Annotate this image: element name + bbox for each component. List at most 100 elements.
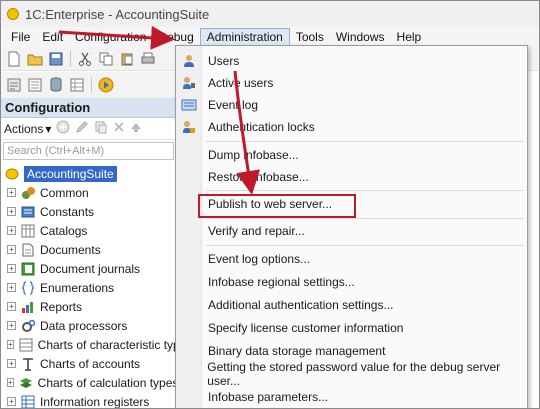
menu-separator	[206, 245, 524, 246]
menu-item-infobase-regional-settings[interactable]: Infobase regional settings...	[176, 271, 527, 293]
open-folder-icon[interactable]	[26, 50, 44, 68]
reports-icon	[21, 300, 35, 314]
menu-item-stored-password-debug-server[interactable]: Getting the stored password value for th…	[176, 360, 527, 388]
menu-item-label: Dump infobase...	[208, 148, 299, 162]
tree-node[interactable]: + Common	[1, 183, 176, 202]
documents-icon	[21, 243, 35, 257]
run-debug-icon[interactable]	[97, 76, 115, 94]
menu-configuration[interactable]: Configuration	[69, 28, 152, 47]
menu-item-authentication-locks[interactable]: Authentication locks	[176, 116, 527, 138]
menu-item-label: Authentication locks	[208, 120, 315, 134]
tree-node-label: Reports	[40, 299, 83, 314]
menu-item-label: Binary data storage management	[208, 344, 386, 358]
delete-icon[interactable]	[113, 121, 125, 136]
table-icon[interactable]	[68, 76, 86, 94]
menu-item-active-users[interactable]: Active users	[176, 72, 527, 94]
tree-node[interactable]: + Reports	[1, 297, 176, 316]
expand-icon[interactable]: +	[7, 397, 16, 406]
expand-icon[interactable]: +	[7, 226, 16, 235]
highlight-box	[198, 194, 356, 218]
tree-node-label: Enumerations	[40, 280, 115, 295]
constants-icon	[21, 205, 35, 219]
tree-node[interactable]: + Documents	[1, 240, 176, 259]
authentication-locks-icon	[176, 120, 202, 134]
configuration-tree: AccountingSuite + Common + Constants + C…	[1, 164, 192, 409]
add-icon[interactable]	[56, 120, 70, 137]
tree-node[interactable]: + Catalogs	[1, 221, 176, 240]
paste-icon[interactable]	[118, 50, 136, 68]
tree-node[interactable]: + Data processors	[1, 316, 176, 335]
menu-item-binary-data-storage-management[interactable]: Binary data storage management	[176, 340, 527, 362]
app-logo-icon	[7, 8, 19, 20]
panel-toolbar: Actions ▾	[1, 118, 176, 140]
tree-node[interactable]: + Enumerations	[1, 278, 176, 297]
edit-icon[interactable]	[75, 120, 89, 137]
save-icon[interactable]	[47, 50, 65, 68]
tree-node[interactable]: + Charts of accounts	[1, 354, 176, 373]
search-input[interactable]: Search (Ctrl+Alt+M)	[3, 142, 174, 160]
menu-edit[interactable]: Edit	[36, 28, 69, 47]
users-icon	[176, 54, 202, 68]
menu-windows[interactable]: Windows	[330, 28, 391, 47]
menu-item-event-log-options[interactable]: Event log options...	[176, 248, 527, 270]
menu-debug[interactable]: Debug	[152, 28, 199, 47]
print-icon[interactable]	[139, 50, 157, 68]
charts-of-accounts-icon	[21, 357, 35, 371]
menu-item-dump-infobase[interactable]: Dump infobase...	[176, 144, 527, 166]
tree-node[interactable]: + Information registers	[1, 392, 176, 409]
menu-item-label: Specify license customer information	[208, 321, 404, 335]
menu-item-label: Verify and repair...	[208, 224, 305, 238]
expand-icon[interactable]: +	[7, 283, 16, 292]
expand-icon[interactable]: +	[7, 245, 16, 254]
properties-icon[interactable]	[26, 76, 44, 94]
module-icon[interactable]	[5, 76, 23, 94]
configuration-root-icon	[5, 167, 19, 181]
tree-root[interactable]: AccountingSuite	[1, 164, 176, 183]
menu-item-restore-infobase[interactable]: Restore infobase...	[176, 166, 527, 188]
menu-file[interactable]: File	[5, 28, 36, 47]
tree-node[interactable]: + Charts of characteristic types	[1, 335, 192, 354]
tree-node[interactable]: + Charts of calculation types	[1, 373, 178, 392]
menu-item-additional-authentication-settings[interactable]: Additional authentication settings...	[176, 294, 527, 316]
menu-item-label: Active users	[208, 76, 274, 90]
tree-node-label: Catalogs	[40, 223, 88, 238]
actions-button[interactable]: Actions ▾	[4, 122, 51, 136]
tree-node-label: Common	[40, 185, 89, 200]
expand-icon[interactable]: +	[7, 207, 16, 216]
cut-icon[interactable]	[76, 50, 94, 68]
menu-item-specify-license-customer-information[interactable]: Specify license customer information	[176, 317, 527, 339]
dropdown-arrow-icon: ▾	[45, 121, 52, 136]
administration-menu: Users Active users Event log Authenticat…	[175, 45, 528, 408]
menu-tools[interactable]: Tools	[290, 28, 330, 47]
menu-help[interactable]: Help	[391, 28, 428, 47]
expand-icon[interactable]: +	[7, 302, 16, 311]
common-icon	[21, 186, 35, 200]
database-icon[interactable]	[47, 76, 65, 94]
new-document-icon[interactable]	[5, 50, 23, 68]
copy-item-icon[interactable]	[94, 120, 108, 137]
window-title: 1C:Enterprise - AccountingSuite	[25, 6, 210, 22]
tree-node[interactable]: + Constants	[1, 202, 176, 221]
menu-item-verify-and-repair[interactable]: Verify and repair...	[176, 220, 527, 242]
expand-icon[interactable]: +	[7, 264, 16, 273]
enumerations-icon	[21, 280, 35, 295]
menu-item-infobase-parameters[interactable]: Infobase parameters...	[176, 386, 527, 408]
tree-node-label: Information registers	[40, 394, 150, 409]
expand-icon[interactable]: +	[7, 359, 16, 368]
menu-separator	[206, 218, 524, 219]
tree-node-label: Charts of accounts	[40, 356, 141, 371]
expand-icon[interactable]: +	[7, 378, 14, 387]
menu-item-event-log[interactable]: Event log	[176, 94, 527, 116]
tree-node[interactable]: + Document journals	[1, 259, 176, 278]
expand-icon[interactable]: +	[7, 321, 16, 330]
expand-icon[interactable]: +	[7, 340, 14, 349]
menu-administration[interactable]: Administration	[199, 27, 290, 47]
menu-item-label: Getting the stored password value for th…	[207, 360, 501, 388]
move-up-icon[interactable]	[130, 121, 142, 136]
expand-icon[interactable]: +	[7, 188, 16, 197]
tree-root-label: AccountingSuite	[24, 165, 117, 182]
copy-icon[interactable]	[97, 50, 115, 68]
menu-item-users[interactable]: Users	[176, 50, 527, 72]
toolbar-separator	[91, 77, 92, 93]
tree-node-label: Constants	[40, 204, 95, 219]
